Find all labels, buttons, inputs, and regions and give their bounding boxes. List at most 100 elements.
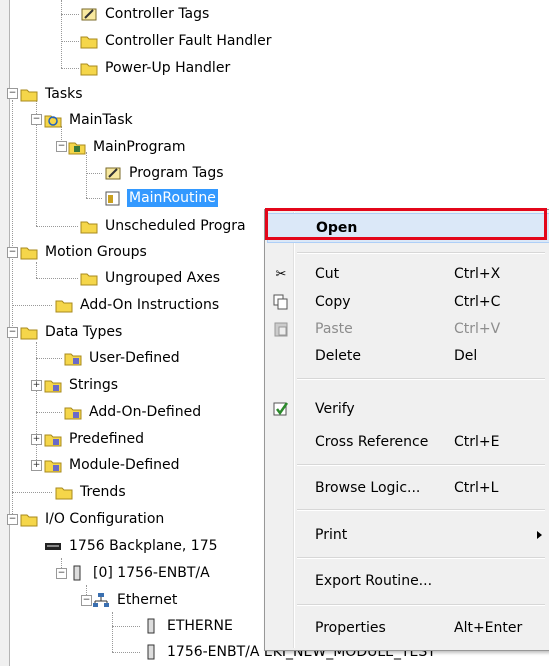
expand-toggle[interactable]: + <box>31 380 42 391</box>
collapse-toggle[interactable]: − <box>7 327 18 338</box>
tree-item-ethernet[interactable]: Ethernet <box>92 589 179 611</box>
menu-item-export-routine[interactable]: Export Routine... <box>267 567 548 595</box>
menu-separator <box>297 464 545 466</box>
menu-separator <box>297 252 545 254</box>
tree-item-enbt-module[interactable]: [0] 1756-ENBT/A <box>68 562 212 584</box>
tree-item-add-on-defined[interactable]: Add-On-Defined <box>64 401 203 423</box>
menu-item-copy[interactable]: Copy Ctrl+C <box>267 288 548 316</box>
tree-item-program-tags[interactable]: Program Tags <box>104 162 226 184</box>
open-folder-icon <box>20 511 38 527</box>
tree-item-label: MainProgram <box>93 139 186 155</box>
tree-item-user-defined[interactable]: User-Defined <box>64 347 182 369</box>
tree-item-ethernet-device[interactable]: ETHERNE <box>142 615 235 637</box>
folder-icon <box>80 33 98 49</box>
menu-item-delete[interactable]: Delete Del <box>267 342 548 370</box>
task-icon <box>44 112 62 128</box>
data-type-folder-icon <box>64 350 82 366</box>
menu-item-cross-reference[interactable]: Cross Reference Ctrl+E <box>267 428 548 456</box>
menu-item-shortcut: Ctrl+X <box>454 266 501 282</box>
tree-item-strings[interactable]: Strings <box>44 374 120 396</box>
tree-item-label: 1756 Backplane, 175 <box>69 538 218 554</box>
expand-toggle[interactable]: + <box>31 460 42 471</box>
tree-item-label: Add-On-Defined <box>89 404 202 420</box>
module-icon <box>142 644 160 660</box>
module-icon <box>68 565 86 581</box>
tree-item-label: Unscheduled Progra <box>105 218 246 234</box>
menu-item-label: Cross Reference <box>315 434 429 450</box>
tree-connector <box>36 278 78 279</box>
tree-connector <box>61 0 62 68</box>
expand-toggle[interactable]: + <box>31 434 42 445</box>
collapse-toggle[interactable]: − <box>56 141 67 152</box>
collapse-toggle[interactable]: − <box>7 247 18 258</box>
menu-item-browse-logic[interactable]: Browse Logic... Ctrl+L <box>267 474 548 502</box>
tree-item-label: Power-Up Handler <box>105 60 231 76</box>
collapse-toggle[interactable]: − <box>7 88 18 99</box>
tree-item-main-program[interactable]: MainProgram <box>68 136 188 158</box>
verify-checkmark-icon <box>273 401 289 417</box>
backplane-icon <box>44 538 62 554</box>
tree-connector <box>36 342 37 466</box>
folder-icon <box>80 60 98 76</box>
collapse-toggle[interactable]: − <box>81 595 92 606</box>
tree-connector <box>12 100 13 520</box>
data-type-folder-icon <box>44 457 62 473</box>
menu-item-shortcut: Del <box>454 348 478 364</box>
tree-connector <box>36 262 37 278</box>
tree-item-main-routine[interactable]: MainRoutine <box>104 187 218 209</box>
menu-item-print[interactable]: Print <box>267 521 548 549</box>
menu-separator <box>297 378 545 380</box>
tree-item-label: Module-Defined <box>69 457 180 473</box>
tree-item-label: Ungrouped Axes <box>105 270 221 286</box>
open-folder-icon <box>20 324 38 340</box>
tree-item-data-types[interactable]: Data Types <box>20 321 124 343</box>
tree-item-predefined[interactable]: Predefined <box>44 428 146 450</box>
collapse-toggle[interactable]: − <box>7 514 18 525</box>
copy-icon <box>273 294 289 310</box>
tree-item-label: Controller Fault Handler <box>105 33 272 49</box>
tree-item-label: Data Types <box>45 324 123 340</box>
tree-item-tasks[interactable]: Tasks <box>20 83 85 105</box>
tree-item-controller-tags[interactable]: Controller Tags <box>80 3 211 25</box>
tree-item-label: Strings <box>69 377 119 393</box>
menu-item-label: Cut <box>315 266 340 282</box>
collapse-toggle[interactable]: − <box>56 568 67 579</box>
menu-item-label: Delete <box>315 348 361 364</box>
menu-separator <box>297 604 545 606</box>
folder-icon <box>80 270 98 286</box>
menu-item-label: Browse Logic... <box>315 480 421 496</box>
tree-connector <box>36 412 62 413</box>
tree-item-controller-fault-handler[interactable]: Controller Fault Handler <box>80 30 274 52</box>
tree-connector <box>112 652 140 653</box>
tree-item-power-up-handler[interactable]: Power-Up Handler <box>80 57 232 79</box>
tree-item-main-task[interactable]: MainTask <box>44 109 135 131</box>
tree-item-unscheduled-programs[interactable]: Unscheduled Progra <box>80 215 248 237</box>
tree-item-module-defined[interactable]: Module-Defined <box>44 454 182 476</box>
tree-item-ungrouped-axes[interactable]: Ungrouped Axes <box>80 267 222 289</box>
menu-item-properties[interactable]: Properties Alt+Enter <box>267 614 548 642</box>
routine-icon <box>104 190 122 206</box>
menu-item-cut[interactable]: ✂ Cut Ctrl+X <box>267 260 548 288</box>
menu-item-verify[interactable]: Verify <box>267 395 548 423</box>
menu-item-label: Properties <box>315 620 386 636</box>
folder-icon <box>55 484 73 500</box>
tag-icon <box>80 6 98 22</box>
menu-item-label: Print <box>315 527 348 543</box>
tree-connector <box>86 198 102 199</box>
tree-connector <box>86 173 102 174</box>
menu-item-paste[interactable]: Paste Ctrl+V <box>267 315 548 343</box>
tree-item-io-configuration[interactable]: I/O Configuration <box>20 508 166 530</box>
tree-item-trends[interactable]: Trends <box>55 481 128 503</box>
tree-item-add-on-instructions[interactable]: Add-On Instructions <box>55 294 221 316</box>
tree-item-label: Trends <box>80 484 126 500</box>
tree-item-backplane[interactable]: 1756 Backplane, 175 <box>44 535 220 557</box>
data-type-folder-icon <box>44 377 62 393</box>
collapse-toggle[interactable]: − <box>31 114 42 125</box>
module-icon <box>142 618 160 634</box>
menu-item-shortcut: Ctrl+C <box>454 294 501 310</box>
tree-item-motion-groups[interactable]: Motion Groups <box>20 241 149 263</box>
tree-item-label: Motion Groups <box>45 244 147 260</box>
open-folder-icon <box>20 86 38 102</box>
menu-item-shortcut: Ctrl+V <box>454 321 501 337</box>
tree-connector <box>61 41 79 42</box>
